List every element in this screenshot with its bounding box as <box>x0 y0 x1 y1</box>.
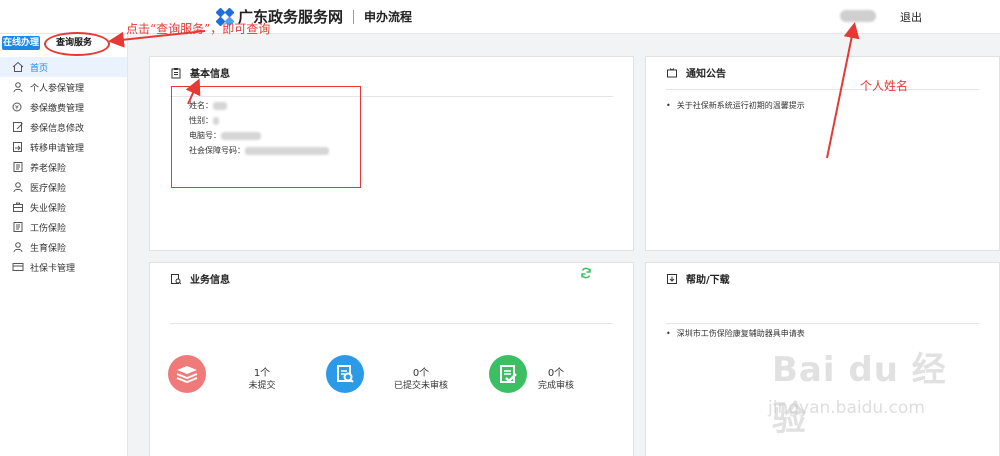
baidu-watermark: Bai du 经验 jingyan.baidu.com <box>758 342 958 439</box>
watermark-main: Bai du 经验 <box>772 350 947 439</box>
arrow-to-user-name <box>826 22 860 159</box>
watermark-sub: jingyan.baidu.com <box>768 398 925 418</box>
arrow-to-basic-info <box>185 78 201 105</box>
arrow-to-query-tab <box>108 30 206 48</box>
